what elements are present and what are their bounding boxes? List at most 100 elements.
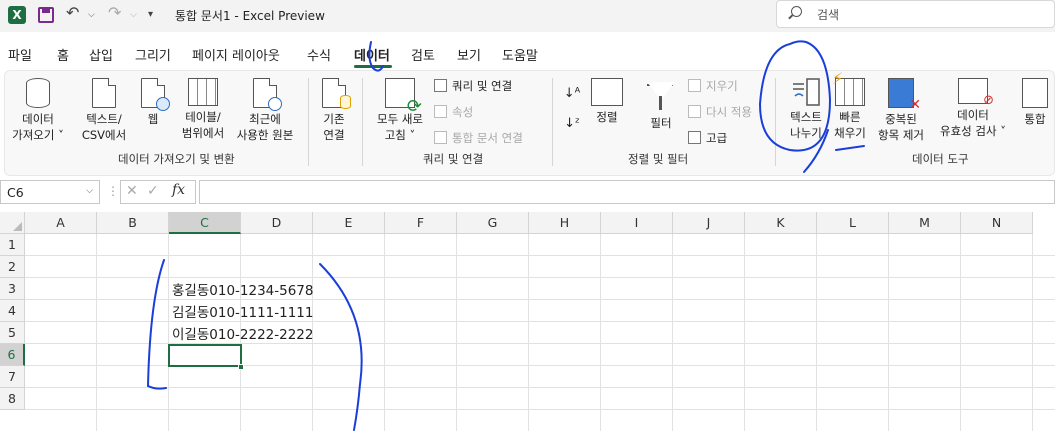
column-header-K[interactable]: K xyxy=(745,212,817,234)
remove-duplicates-button[interactable]: 중복된 항목 제거 xyxy=(871,78,931,143)
ribbon-separator xyxy=(552,78,553,166)
text-csv-button[interactable]: 텍스트/ CSV에서 xyxy=(78,78,130,143)
row-header-5[interactable]: 5 xyxy=(0,322,25,344)
sort-za-button[interactable]: ↓ᶻ xyxy=(560,112,584,136)
from-table-label-2: 범위에서 xyxy=(181,126,225,140)
column-header-M[interactable]: M xyxy=(889,212,961,234)
redo-dropdown-icon[interactable]: ⌵ xyxy=(130,10,137,20)
name-box[interactable]: C6 ⌵ xyxy=(0,180,100,204)
reapply-button[interactable]: 다시 적용 xyxy=(688,104,752,120)
queries-icon xyxy=(434,79,447,92)
sort-az-button[interactable]: ↓ᴬ xyxy=(560,82,584,106)
customize-qat-icon[interactable]: ▾ xyxy=(148,9,153,20)
row-header-3[interactable]: 3 xyxy=(0,278,25,300)
tab-insert[interactable]: 삽입 xyxy=(89,45,113,64)
refresh-all-button[interactable]: 모두 새로 고침 ˅ xyxy=(370,78,430,143)
from-table-button[interactable]: 테이블/ 범위에서 xyxy=(176,78,230,141)
redo-icon[interactable]: ↷ xyxy=(108,3,121,22)
from-web-button[interactable]: 웹 xyxy=(138,78,170,127)
column-header-H[interactable]: H xyxy=(529,212,601,234)
gridline-horizontal xyxy=(25,321,1055,322)
edit-links-button[interactable]: 통합 문서 연결 xyxy=(434,130,523,146)
gridline-vertical xyxy=(456,234,457,431)
column-header-A[interactable]: A xyxy=(25,212,97,234)
existing-connections-button[interactable]: 기존 연결 xyxy=(316,78,352,143)
column-header-I[interactable]: I xyxy=(601,212,673,234)
consolidate-button[interactable]: 통합 xyxy=(1018,78,1052,127)
select-all-button[interactable] xyxy=(0,212,25,234)
properties-button[interactable]: 속성 xyxy=(434,104,473,120)
row-header-7[interactable]: 7 xyxy=(0,366,25,388)
active-tab-indicator xyxy=(354,65,392,68)
gridline-horizontal xyxy=(25,409,1055,410)
advanced-filter-button[interactable]: 고급 xyxy=(688,130,727,146)
column-header-G[interactable]: G xyxy=(457,212,529,234)
search-box[interactable]: 검색 xyxy=(776,0,1055,28)
clear-filter-button[interactable]: 지우기 xyxy=(688,78,738,94)
queries-connections-button[interactable]: 쿼리 및 연결 xyxy=(434,78,512,94)
tab-review[interactable]: 검토 xyxy=(411,45,435,64)
fill-handle[interactable] xyxy=(238,364,244,370)
enter-icon[interactable]: ✓ xyxy=(147,183,159,199)
row-header-4[interactable]: 4 xyxy=(0,300,25,322)
cell-C5[interactable]: 이길동010-2222-2222 xyxy=(172,323,313,343)
column-header-J[interactable]: J xyxy=(673,212,745,234)
undo-icon[interactable]: ↶ xyxy=(66,3,79,22)
table-icon xyxy=(188,78,218,106)
sort-icon xyxy=(591,78,623,106)
row-header-1[interactable]: 1 xyxy=(0,234,25,256)
column-header-D[interactable]: D xyxy=(241,212,313,234)
column-header-B[interactable]: B xyxy=(97,212,169,234)
tab-file[interactable]: 파일 xyxy=(8,45,32,64)
tab-data[interactable]: 데이터 xyxy=(354,45,390,64)
from-web-label: 웹 xyxy=(147,112,159,126)
title-bar: X ↶ ⌵ ↷ ⌵ ▾ 통합 문서1 - Excel Preview 검색 xyxy=(0,0,1055,32)
worksheet-grid[interactable]: ABCDEFGHIJKLMN 12345678 홍길동010-1234-5678… xyxy=(0,212,1055,431)
cell-C4[interactable]: 김길동010-1111-1111 xyxy=(172,301,313,321)
flash-fill-button[interactable]: 빠른 채우기 xyxy=(832,71,867,141)
save-icon[interactable] xyxy=(38,7,54,23)
group-label-get-transform: 데이터 가져오기 및 변환 xyxy=(118,152,235,166)
row-header-2[interactable]: 2 xyxy=(0,256,25,278)
undo-dropdown-icon[interactable]: ⌵ xyxy=(88,10,95,20)
text-to-columns-button[interactable]: 텍스트 나누기 xyxy=(783,78,829,141)
gridline-vertical xyxy=(744,234,745,431)
chevron-down-icon[interactable]: ⌵ xyxy=(86,186,93,196)
filter-label: 필터 xyxy=(650,116,672,130)
active-cell-C6[interactable] xyxy=(168,344,242,367)
column-header-C[interactable]: C xyxy=(169,212,241,234)
gridline-horizontal xyxy=(25,277,1055,278)
tab-formulas[interactable]: 수식 xyxy=(307,45,331,64)
insert-function-icon[interactable]: fx xyxy=(172,182,185,198)
get-data-button[interactable]: 데이터 가져오기 ˅ xyxy=(10,78,66,143)
cancel-icon[interactable]: ✕ xyxy=(126,183,138,199)
gridline-vertical xyxy=(816,234,817,431)
column-header-L[interactable]: L xyxy=(817,212,889,234)
column-header-N[interactable]: N xyxy=(961,212,1033,234)
row-header-8[interactable]: 8 xyxy=(0,388,25,410)
reapply-label: 다시 적용 xyxy=(706,105,752,119)
tab-draw[interactable]: 그리기 xyxy=(135,45,171,64)
tab-view[interactable]: 보기 xyxy=(457,45,481,64)
data-validation-icon xyxy=(958,78,994,109)
advanced-filter-icon xyxy=(688,131,701,144)
tab-page-layout[interactable]: 페이지 레이아웃 xyxy=(192,45,280,64)
search-placeholder: 검색 xyxy=(817,8,840,22)
gridline-vertical xyxy=(528,234,529,431)
ribbon-separator xyxy=(308,78,309,166)
more-options-icon[interactable]: ⋮ xyxy=(107,184,119,198)
formula-input[interactable] xyxy=(199,180,1055,204)
tab-home[interactable]: 홈 xyxy=(57,45,69,64)
gridline-vertical xyxy=(96,234,97,431)
row-header-6[interactable]: 6 xyxy=(0,344,25,366)
tab-help[interactable]: 도움말 xyxy=(502,45,538,64)
data-validation-button[interactable]: 데이터 유효성 검사 ˅ xyxy=(934,78,1012,139)
sort-button[interactable]: 정렬 xyxy=(590,78,624,125)
cell-C3[interactable]: 홍길동010-1234-5678 xyxy=(172,279,313,299)
gridline-vertical xyxy=(960,234,961,431)
remove-duplicates-label: 중복된 xyxy=(885,112,917,126)
column-header-E[interactable]: E xyxy=(313,212,385,234)
column-header-F[interactable]: F xyxy=(385,212,457,234)
recent-sources-button[interactable]: 최근에 사용한 원본 xyxy=(232,78,298,143)
filter-button[interactable]: 필터 xyxy=(644,78,678,131)
